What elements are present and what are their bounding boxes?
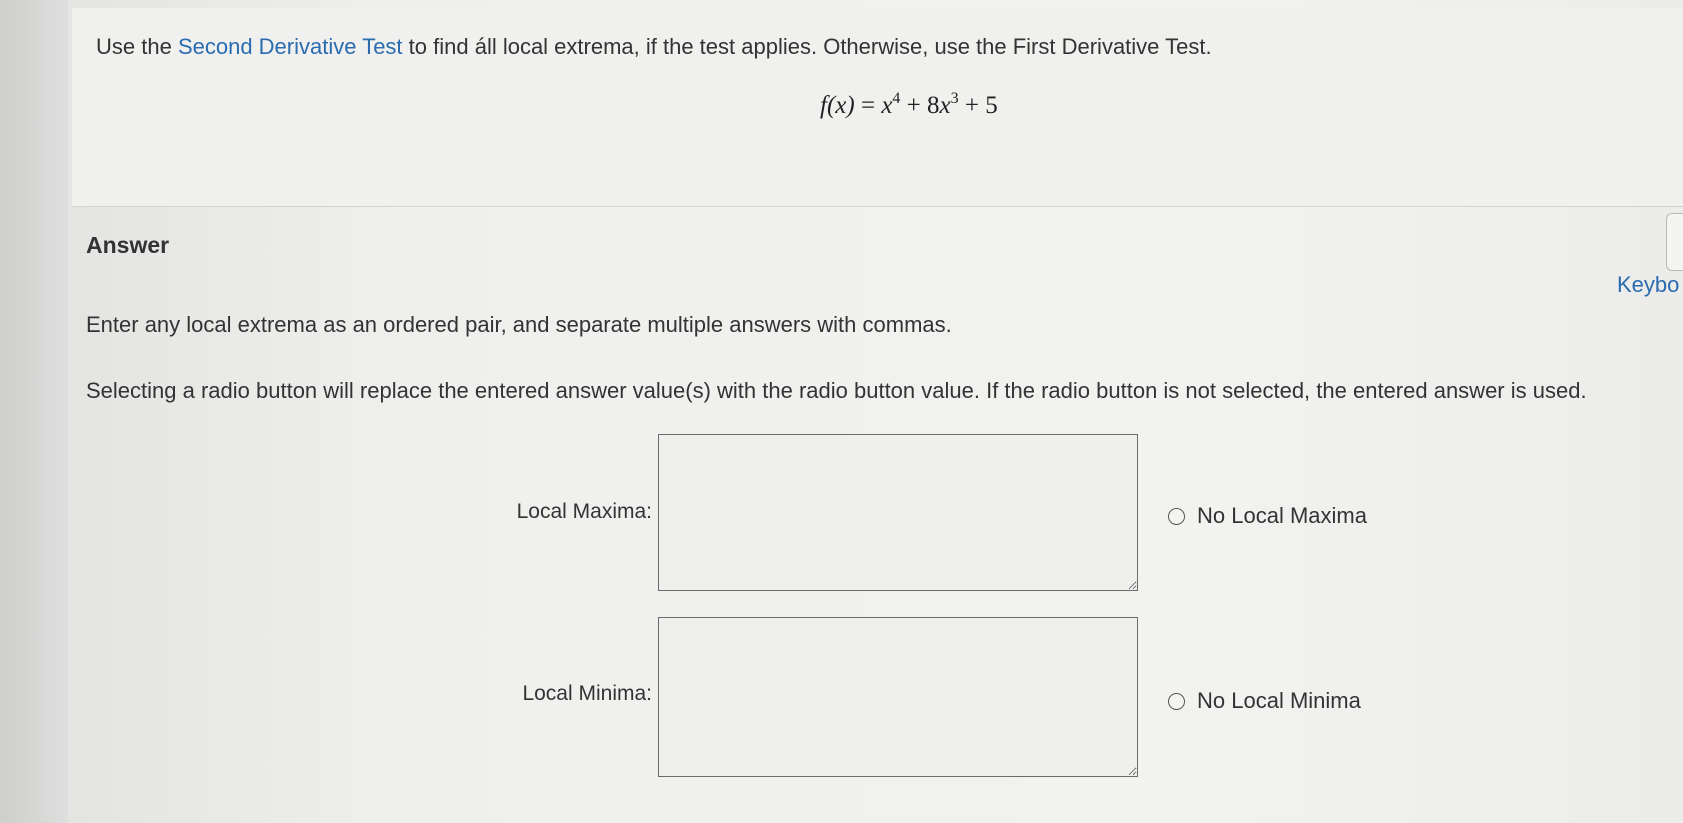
function-formula: f(x) = x4 + 8x3 + 5 [820, 90, 998, 120]
local-minima-input[interactable] [658, 617, 1138, 777]
keyboard-toggle-tab[interactable] [1666, 213, 1683, 271]
local-maxima-input[interactable] [658, 434, 1138, 591]
no-local-minima-radio[interactable]: No Local Minima [1168, 688, 1361, 714]
formula-plus-2: + [964, 92, 979, 119]
formula-term2-coef: 8 [927, 92, 940, 119]
instruction-ordered-pair: Enter any local extrema as an ordered pa… [86, 312, 952, 337]
formula-term2-exp: 3 [950, 90, 959, 107]
no-local-minima-label: No Local Minima [1197, 688, 1361, 713]
formula-plus-1: + [906, 92, 921, 119]
question-suffix: to find áll local extrema, if the test a… [402, 34, 1212, 59]
radio-circle-icon[interactable] [1168, 507, 1185, 525]
left-sidebar-strip [0, 0, 68, 823]
keyboard-shortcuts-link[interactable]: Keybo [1617, 272, 1679, 298]
question-prefix: Use the [96, 34, 178, 59]
page: Use the Second Derivative Test to find á… [0, 0, 1683, 823]
local-minima-label: Local Minima: [522, 682, 652, 705]
no-local-maxima-radio[interactable]: No Local Maxima [1168, 503, 1367, 529]
formula-equals: = [860, 92, 876, 119]
formula-lhs: f(x) [820, 92, 855, 119]
formula-constant: 5 [985, 92, 998, 119]
local-maxima-label: Local Maxima: [516, 500, 652, 523]
no-local-maxima-label: No Local Maxima [1197, 503, 1367, 528]
question-prompt: Use the Second Derivative Test to find á… [96, 34, 1212, 60]
radio-circle-icon[interactable] [1168, 692, 1185, 710]
second-derivative-test-link[interactable]: Second Derivative Test [178, 34, 403, 59]
formula-term2-base: x [939, 92, 951, 119]
answer-heading: Answer [86, 232, 170, 258]
formula-term1-base: x [881, 92, 893, 119]
instruction-radio-button: Selecting a radio button will replace th… [86, 378, 1587, 403]
formula-term1-exp: 4 [892, 90, 901, 107]
